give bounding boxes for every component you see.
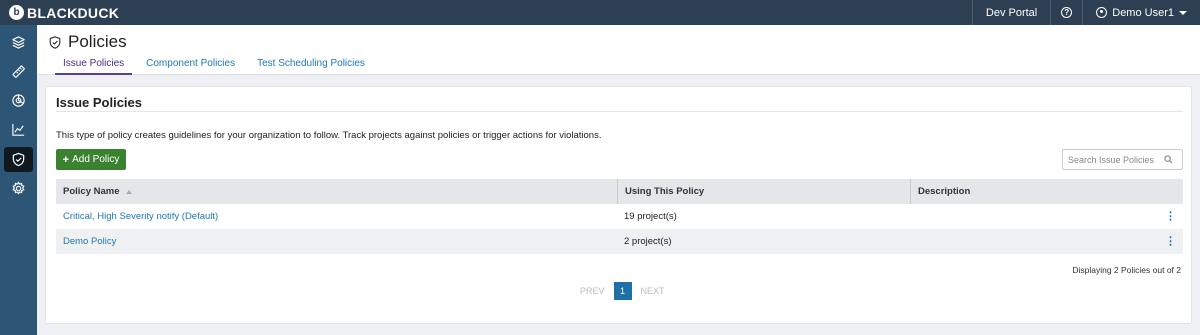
shield-check-icon (49, 35, 61, 49)
page-header: Policies Issue Policies Component Polici… (37, 25, 1200, 75)
policy-tabs: Issue Policies Component Policies Test S… (55, 53, 379, 75)
prev-page-button[interactable]: PREV (571, 286, 614, 296)
search-input[interactable] (1063, 150, 1163, 169)
table-row: Critical, High Severity notify (Default)… (56, 204, 1183, 229)
table-header: Policy Name Using This Policy Descriptio… (56, 179, 1183, 204)
user-name: Demo User1 (1112, 6, 1174, 19)
sidebar-item-components[interactable] (4, 59, 33, 84)
add-policy-button[interactable]: + Add Policy (56, 149, 126, 170)
issue-policies-card: Issue Policies This type of policy creat… (45, 86, 1192, 324)
divider (56, 111, 1183, 112)
card-description: This type of policy creates guidelines f… (56, 130, 602, 141)
sidebar (0, 25, 37, 335)
plus-icon: + (62, 153, 70, 166)
help-icon: ? (1061, 7, 1073, 18)
tab-component-policies[interactable]: Component Policies (138, 53, 243, 75)
using-policy-cell: 2 project(s) (624, 236, 672, 247)
card-title: Issue Policies (56, 95, 142, 110)
chevron-down-icon (1179, 10, 1187, 15)
pagination: PREV 1 NEXT (571, 282, 674, 300)
policy-name-cell: Demo Policy (56, 229, 617, 254)
column-description: Description (910, 179, 1183, 204)
top-bar-actions: Dev Portal ? Demo User1 (971, 0, 1200, 25)
search-icon[interactable] (1164, 155, 1173, 164)
column-policy-name[interactable]: Policy Name (56, 179, 617, 204)
logo-mark: b (9, 5, 24, 20)
column-using-this-policy: Using This Policy (617, 179, 910, 204)
column-label: Using This Policy (625, 186, 705, 197)
policies-table: Policy Name Using This Policy Descriptio… (56, 179, 1183, 254)
tab-test-scheduling-policies[interactable]: Test Scheduling Policies (249, 53, 373, 75)
dev-portal-link[interactable]: Dev Portal (971, 0, 1050, 25)
next-page-button[interactable]: NEXT (632, 286, 674, 296)
column-label: Policy Name (63, 186, 120, 197)
page-1-button[interactable]: 1 (613, 282, 632, 300)
trend-chart-icon (12, 123, 25, 136)
top-bar: b BLACKDUCK Dev Portal ? Demo User1 (0, 0, 1200, 25)
shield-check-icon (12, 152, 25, 167)
user-menu[interactable]: Demo User1 (1082, 0, 1200, 25)
using-policy-cell: 19 project(s) (624, 211, 677, 222)
policy-name-link[interactable]: Critical, High Severity notify (Default) (63, 211, 218, 222)
page-title: Policies (48, 32, 127, 52)
blackduck-logo[interactable]: b BLACKDUCK (0, 0, 119, 25)
page-title-text: Policies (68, 32, 127, 51)
user-icon (1096, 7, 1108, 18)
radar-icon (12, 94, 25, 107)
description-cell: ⋮ (910, 229, 1183, 254)
sidebar-item-policies[interactable] (4, 147, 33, 172)
gear-icon (12, 181, 25, 195)
sidebar-item-dashboard[interactable] (4, 88, 33, 113)
sort-ascending-icon (125, 189, 132, 194)
sidebar-item-reports[interactable] (4, 117, 33, 142)
sidebar-item-projects[interactable] (4, 30, 33, 55)
sidebar-item-settings[interactable] (4, 176, 33, 201)
results-count: Displaying 2 Policies out of 2 (1072, 265, 1181, 275)
policy-name-cell: Critical, High Severity notify (Default) (56, 204, 617, 229)
column-label: Description (918, 186, 971, 197)
add-policy-label: Add Policy (72, 154, 120, 165)
description-cell: ⋮ (910, 204, 1183, 229)
ruler-icon (12, 65, 25, 78)
search-box (1062, 149, 1183, 170)
table-row: Demo Policy 2 project(s) ⋮ (56, 229, 1183, 254)
logo-text: BLACKDUCK (27, 4, 120, 21)
help-button[interactable]: ? (1050, 0, 1082, 25)
tab-issue-policies[interactable]: Issue Policies (55, 53, 133, 75)
layers-icon (12, 36, 25, 49)
policy-name-link[interactable]: Demo Policy (63, 236, 116, 247)
more-options-icon[interactable]: ⋮ (1165, 236, 1176, 247)
more-options-icon[interactable]: ⋮ (1165, 211, 1176, 222)
